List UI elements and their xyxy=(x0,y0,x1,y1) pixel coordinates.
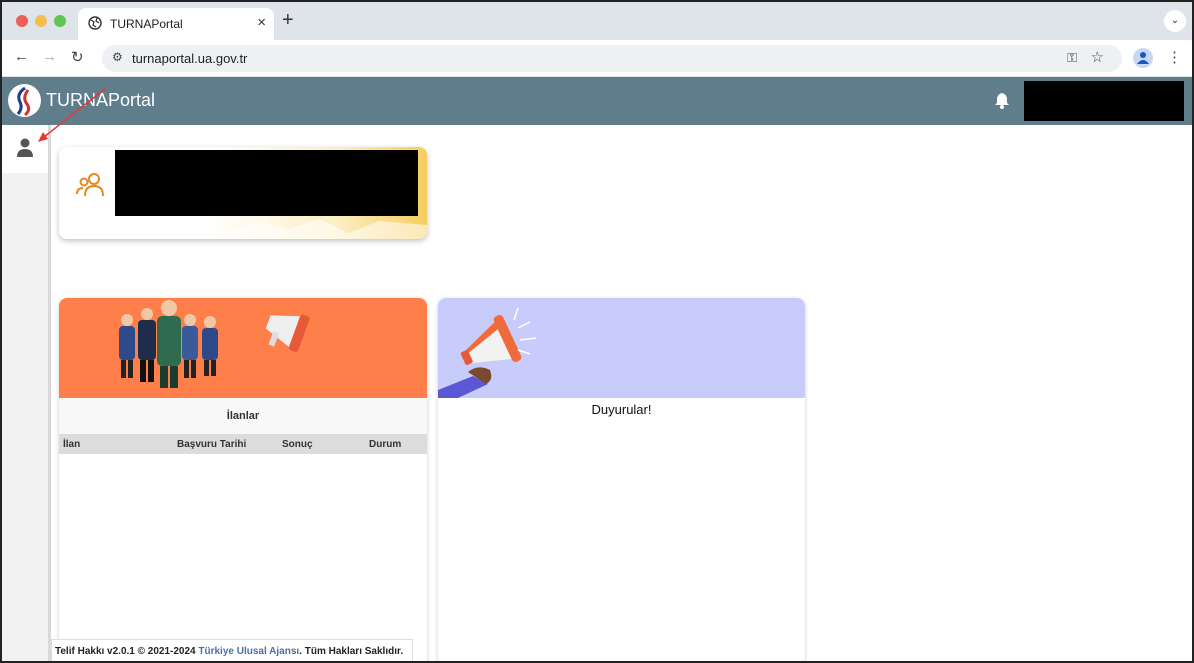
browser-toolbar: ← → ↻ ⚙ turnaportal.ua.gov.tr ⚿ ☆ ⋮ xyxy=(2,40,1192,77)
tab-search-button[interactable]: ⌄ xyxy=(1164,10,1186,32)
ilanlar-table-header: İlan Başvuru Tarihi Sonuç Durum xyxy=(59,434,427,454)
duyurular-banner xyxy=(438,298,805,398)
site-info-icon[interactable]: ⚙ xyxy=(112,50,123,64)
footer-agency-link[interactable]: Türkiye Ulusal Ajansı xyxy=(198,646,299,657)
column-header-ilan[interactable]: İlan xyxy=(63,439,80,450)
app-header: TURNAPortal xyxy=(2,77,1192,125)
column-header-basvuru-tarihi[interactable]: Başvuru Tarihi xyxy=(177,439,246,450)
screenshot-frame: TURNAPortal × + ⌄ ← → ↻ ⚙ turnaportal.ua… xyxy=(0,0,1194,663)
reload-button[interactable]: ↻ xyxy=(71,48,84,66)
group-users-icon xyxy=(76,173,104,197)
browser-menu-icon[interactable]: ⋮ xyxy=(1167,48,1182,66)
sidebar xyxy=(2,125,51,661)
sidebar-item-profile[interactable] xyxy=(2,125,48,173)
address-bar[interactable]: ⚙ turnaportal.ua.gov.tr ⚿ ☆ xyxy=(102,45,1122,72)
business-people-illustration xyxy=(119,300,310,388)
back-button[interactable]: ← xyxy=(14,48,29,65)
maximize-window-button[interactable] xyxy=(54,15,66,27)
duyurular-card: Duyurular! xyxy=(438,298,805,661)
ilanlar-card: İlanlar İlan Başvuru Tarihi Sonuç Durum xyxy=(59,298,427,661)
close-window-button[interactable] xyxy=(16,15,28,27)
redacted-user-info xyxy=(1024,81,1184,121)
browser-tab[interactable]: TURNAPortal × xyxy=(78,8,274,40)
column-header-durum[interactable]: Durum xyxy=(369,439,401,450)
footer-prefix: Telif Hakkı v2.0.1 © 2021-2024 xyxy=(55,646,199,657)
notification-bell-icon[interactable] xyxy=(994,92,1010,109)
megaphone-illustration xyxy=(438,307,537,398)
password-key-icon[interactable]: ⚿ xyxy=(1067,50,1077,66)
tab-title: TURNAPortal xyxy=(110,17,183,31)
bookmark-star-icon[interactable]: ☆ xyxy=(1091,48,1104,66)
minimize-window-button[interactable] xyxy=(35,15,47,27)
ilanlar-banner xyxy=(59,298,427,398)
footer-suffix: . Tüm Hakları Saklıdır. xyxy=(299,646,404,657)
new-tab-button[interactable]: + xyxy=(282,10,294,30)
redacted-profile-name xyxy=(115,150,418,216)
profile-avatar-icon[interactable] xyxy=(1133,48,1153,68)
app-title: TURNAPortal xyxy=(46,90,156,110)
column-header-sonuc[interactable]: Sonuç xyxy=(282,439,313,450)
profile-card xyxy=(59,147,427,239)
forward-button[interactable]: → xyxy=(42,48,57,65)
url-text: turnaportal.ua.gov.tr xyxy=(132,51,248,66)
tab-close-button[interactable]: × xyxy=(257,14,266,32)
duyurular-title: Duyurular! xyxy=(591,402,652,417)
turna-logo[interactable] xyxy=(8,84,41,117)
footer-copyright: Telif Hakkı v2.0.1 © 2021-2024 Türkiye U… xyxy=(51,639,413,661)
globe-icon xyxy=(88,16,102,30)
browser-tab-strip: TURNAPortal × + ⌄ xyxy=(2,2,1192,40)
user-icon xyxy=(17,138,33,157)
ilanlar-title: İlanlar xyxy=(59,398,427,434)
